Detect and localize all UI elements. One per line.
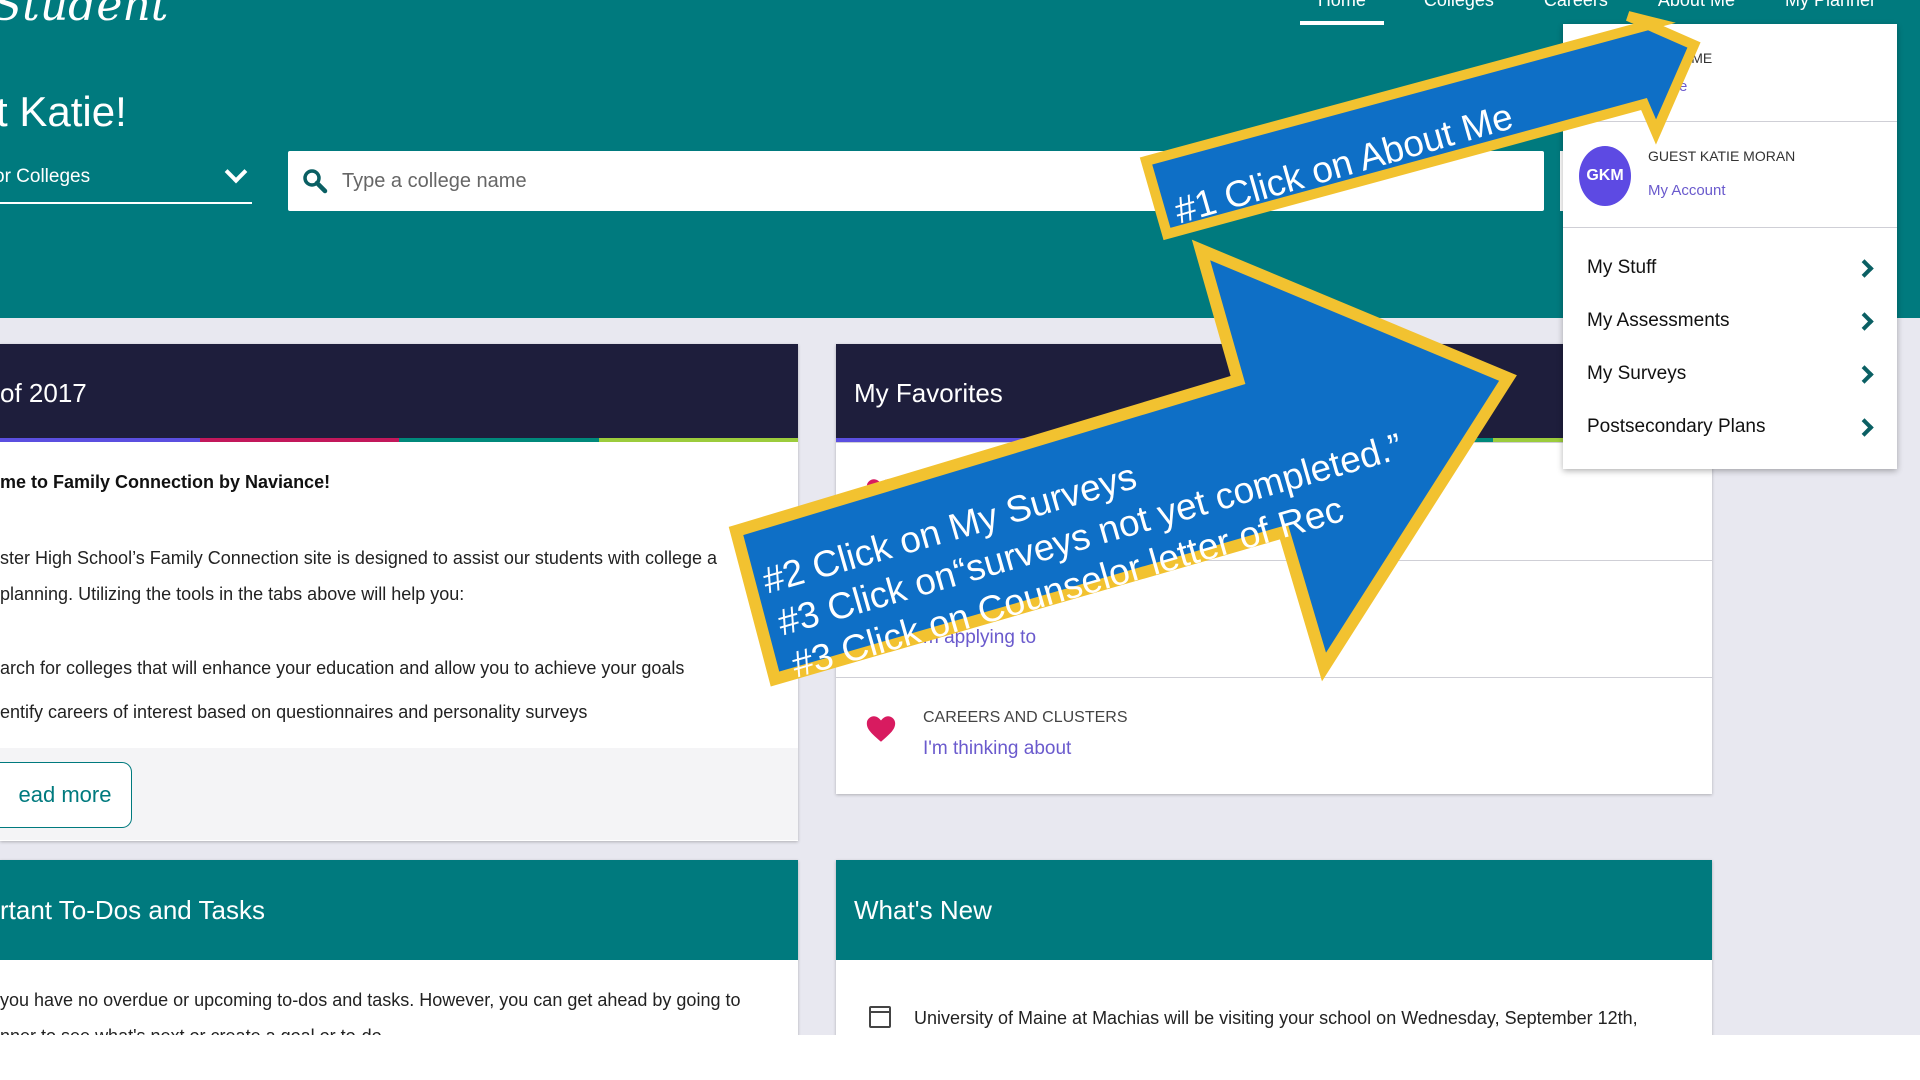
nav-about-me[interactable]: About Me xyxy=(1648,0,1745,25)
class-panel: of 2017 me to Family Connection by Navia… xyxy=(0,344,798,841)
greeting-heading: t Katie! xyxy=(0,88,127,135)
favorites-row-careers[interactable]: CAREERS AND CLUSTERS I'm thinking about xyxy=(836,677,1712,794)
bullet-search-colleges: arch for colleges that will enhance your… xyxy=(0,658,685,678)
whats-new-header: What's New xyxy=(836,860,1712,960)
todos-text-line-2: nner to see what's next or create a goal… xyxy=(0,1018,387,1035)
color-stripe xyxy=(0,438,798,442)
todos-header: rtant To-Dos and Tasks xyxy=(0,860,798,960)
menu-item-label: My Assessments xyxy=(1587,310,1730,331)
whats-new-item[interactable]: University of Maine at Machias will be v… xyxy=(914,1000,1638,1035)
nav-careers[interactable]: Careers xyxy=(1534,0,1618,25)
bullet-identify-careers: entify careers of interest based on ques… xyxy=(0,702,588,722)
menu-item-label: My Stuff xyxy=(1587,257,1657,278)
menu-item-my-surveys[interactable]: My Surveys xyxy=(1563,348,1897,400)
thinking-about-link[interactable]: I'm thinking about xyxy=(923,738,1071,760)
favorites-title: My Favorites xyxy=(854,377,1003,408)
screenshot-stage: Student Home Colleges Careers About Me M… xyxy=(0,0,1920,1035)
read-more-button[interactable]: ead more xyxy=(0,762,132,828)
chevron-right-icon xyxy=(1855,258,1874,278)
about-me-section-label: T ME xyxy=(1679,50,1713,66)
my-account-link[interactable]: My Account xyxy=(1648,182,1726,199)
user-name: GUEST KATIE MORAN xyxy=(1648,148,1796,164)
avatar: GKM xyxy=(1579,146,1631,206)
chevron-right-icon xyxy=(1855,364,1874,384)
intro-line-2: planning. Utilizing the tools in the tab… xyxy=(0,584,465,604)
college-search-input[interactable] xyxy=(342,169,1242,193)
top-nav: Home Colleges Careers About Me My Planne… xyxy=(1299,0,1886,25)
whats-new-title: What's New xyxy=(854,894,992,925)
todos-panel: rtant To-Dos and Tasks you have no overd… xyxy=(0,860,798,1035)
nav-colleges[interactable]: Colleges xyxy=(1414,0,1504,25)
chevron-right-icon xyxy=(1855,417,1874,437)
menu-item-label: My Surveys xyxy=(1587,363,1687,384)
dropdown-divider xyxy=(1563,227,1897,228)
heart-icon xyxy=(866,716,896,742)
whats-new-panel: What's New University of Maine at Machia… xyxy=(836,860,1712,1035)
menu-item-my-assessments[interactable]: My Assessments xyxy=(1563,295,1897,347)
about-me-section-link[interactable]: e xyxy=(1679,78,1687,95)
todos-title: rtant To-Dos and Tasks xyxy=(0,894,265,925)
menu-item-label: Postsecondary Plans xyxy=(1587,416,1766,437)
search-icon xyxy=(303,169,328,194)
chevron-right-icon xyxy=(1855,311,1874,331)
chevron-down-icon xyxy=(224,160,248,184)
site-logo: Student xyxy=(0,0,169,31)
menu-item-my-stuff[interactable]: My Stuff xyxy=(1563,242,1897,294)
dropdown-divider xyxy=(1563,121,1897,122)
about-me-dropdown: T ME e GKM GUEST KATIE MORAN My Account … xyxy=(1563,24,1897,469)
nav-home[interactable]: Home xyxy=(1299,0,1384,25)
class-panel-header: of 2017 xyxy=(0,344,798,442)
heart-icon xyxy=(866,479,896,505)
menu-item-postsecondary-plans[interactable]: Postsecondary Plans xyxy=(1563,401,1897,453)
class-panel-title: of 2017 xyxy=(0,377,87,408)
intro-line-1: ster High School’s Family Connection sit… xyxy=(0,548,718,568)
search-type-select[interactable]: or Colleges xyxy=(0,152,252,204)
nav-my-planner[interactable]: My Planner xyxy=(1775,0,1886,25)
todos-text-line-1: you have no overdue or upcoming to-dos a… xyxy=(0,990,741,1010)
search-type-label: or Colleges xyxy=(0,166,91,187)
welcome-heading: me to Family Connection by Naviance! xyxy=(0,472,331,492)
careers-clusters-label: CAREERS AND CLUSTERS xyxy=(923,709,1128,726)
calendar-icon xyxy=(869,1006,891,1028)
